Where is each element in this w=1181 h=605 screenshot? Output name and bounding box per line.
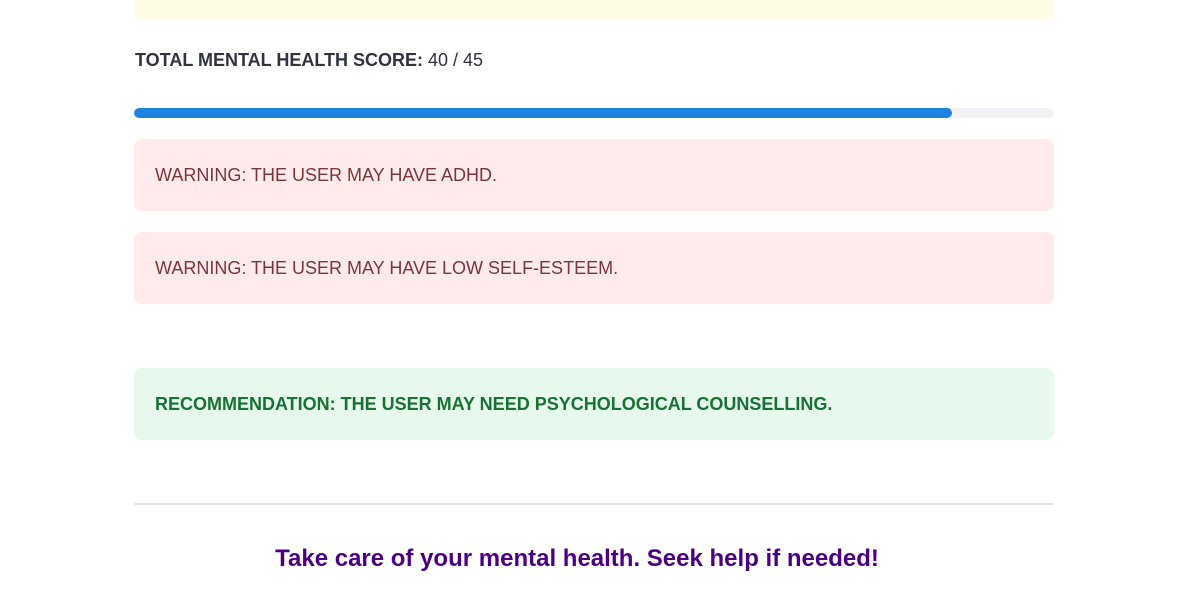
recommendation-alert: RECOMMENDATION: THE USER MAY NEED PSYCHO… xyxy=(134,368,1054,440)
footer-message: Take care of your mental health. Seek he… xyxy=(275,545,879,572)
warning-alert-text: WARNING: THE USER MAY HAVE ADHD. xyxy=(155,164,498,185)
results-page: TOTAL MENTAL HEALTH SCORE: 40 / 45 WARNI… xyxy=(0,0,1181,605)
score-progress-fill xyxy=(134,108,952,118)
total-score-value: 40 / 45 xyxy=(428,50,484,70)
total-score: TOTAL MENTAL HEALTH SCORE: 40 / 45 xyxy=(135,47,483,73)
warning-alert-self-esteem: WARNING: THE USER MAY HAVE LOW SELF-ESTE… xyxy=(134,232,1054,304)
warning-alert-text: WARNING: THE USER MAY HAVE LOW SELF-ESTE… xyxy=(155,257,619,278)
total-score-label: TOTAL MENTAL HEALTH SCORE: xyxy=(135,50,423,70)
score-progress-bar xyxy=(134,108,1054,118)
horizontal-divider xyxy=(134,503,1054,505)
previous-alert-box xyxy=(134,0,1054,20)
recommendation-text: RECOMMENDATION: THE USER MAY NEED PSYCHO… xyxy=(155,393,833,414)
warning-alert-adhd: WARNING: THE USER MAY HAVE ADHD. xyxy=(134,139,1054,211)
